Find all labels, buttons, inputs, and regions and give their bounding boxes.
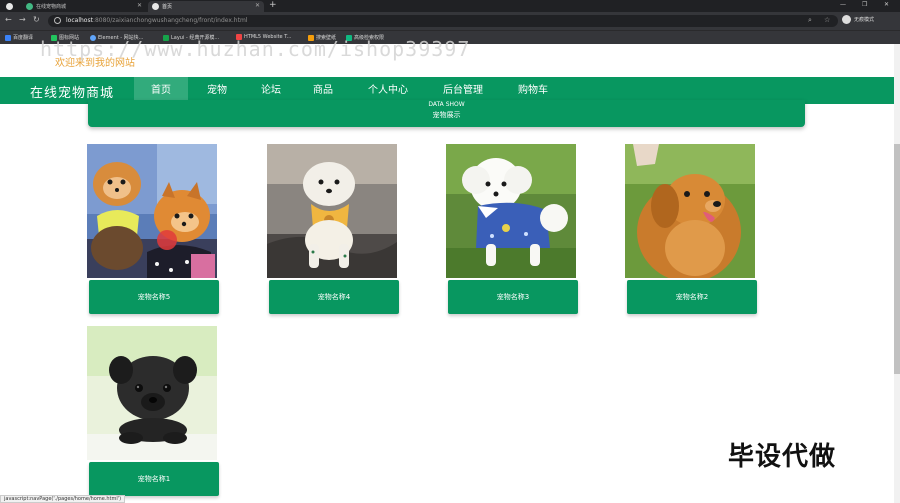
chrome-icon [6,3,13,10]
maximize-icon[interactable]: ❐ [862,1,867,8]
pet-name[interactable]: 宠物名称2 [627,280,757,314]
minimize-icon[interactable]: — [840,1,846,8]
window-close-icon[interactable]: ✕ [884,1,889,8]
info-icon[interactable] [54,17,61,24]
bookmark-item[interactable]: 百度翻译 [5,34,33,41]
close-icon[interactable]: ✕ [255,2,260,9]
pet-card[interactable]: 宠物名称5 [87,144,219,314]
status-url: javascript:navPage('./pages/home/home.ht… [0,495,126,503]
new-tab-icon[interactable]: + [269,0,277,10]
pet-card[interactable]: 宠物名称4 [267,144,399,314]
page-scrollbar[interactable] [894,44,900,503]
site-brand[interactable]: 在线宠物商城 [30,82,114,101]
pet-image[interactable] [446,144,576,278]
vue-icon [26,3,33,10]
address-url: localhost:8080/zaixianchongwushangcheng/… [66,17,248,24]
pet-card[interactable]: 宠物名称1 [87,326,219,496]
section-banner: DATA SHOW 宠物展示 [88,100,805,127]
tab-pinned[interactable] [0,1,20,12]
browser-toolbar: ← → ↻ localhost:8080/zaixianchongwushang… [0,12,900,30]
pet-card[interactable]: 宠物名称3 [446,144,578,314]
corner-caption: 毕设代做 [728,442,837,472]
globe-icon [152,3,159,10]
address-bar[interactable]: localhost:8080/zaixianchongwushangcheng/… [48,15,838,27]
tab-label: 首页 [162,4,173,10]
pet-name[interactable]: 宠物名称4 [269,280,399,314]
forward-icon[interactable]: → [19,15,26,24]
tab-home[interactable]: 首页 ✕ [148,1,264,12]
tab-store[interactable]: 在线宠物商城 ✕ [22,1,146,12]
close-icon[interactable]: ✕ [137,2,142,9]
zoom-icon[interactable]: ⌕ [808,16,812,25]
pet-name[interactable]: 宠物名称5 [89,280,219,314]
pet-name[interactable]: 宠物名称1 [89,462,219,496]
pet-image[interactable] [267,144,397,278]
pet-image[interactable] [87,144,217,278]
bookmark-icon [5,34,11,41]
web-page: 欢迎来到我的网站 在线宠物商城 首页 宠物 论坛 商品 个人中心 后台管理 购物… [0,44,900,503]
tab-label: 在线宠物商城 [36,4,67,10]
tab-strip: 在线宠物商城 ✕ 首页 ✕ + — ❐ ✕ [0,0,900,12]
pet-image[interactable] [625,144,755,278]
pet-name[interactable]: 宠物名称3 [448,280,578,314]
section-title-en: DATA SHOW [428,101,465,108]
incognito-profile[interactable]: 无痕模式 [842,15,874,24]
reload-icon[interactable]: ↻ [33,15,40,24]
pet-card[interactable]: 宠物名称2 [625,144,757,314]
pet-image[interactable] [87,326,217,460]
watermark-text: https://www.huzhan.com/ishop39397 [40,37,471,61]
back-icon[interactable]: ← [5,15,12,24]
scrollbar-thumb[interactable] [894,144,900,374]
section-title-cn: 宠物展示 [432,111,461,119]
browser-window: 在线宠物商城 ✕ 首页 ✕ + — ❐ ✕ ← → ↻ localhost:80… [0,0,900,503]
incognito-icon [842,15,851,24]
star-icon[interactable]: ☆ [824,16,830,24]
